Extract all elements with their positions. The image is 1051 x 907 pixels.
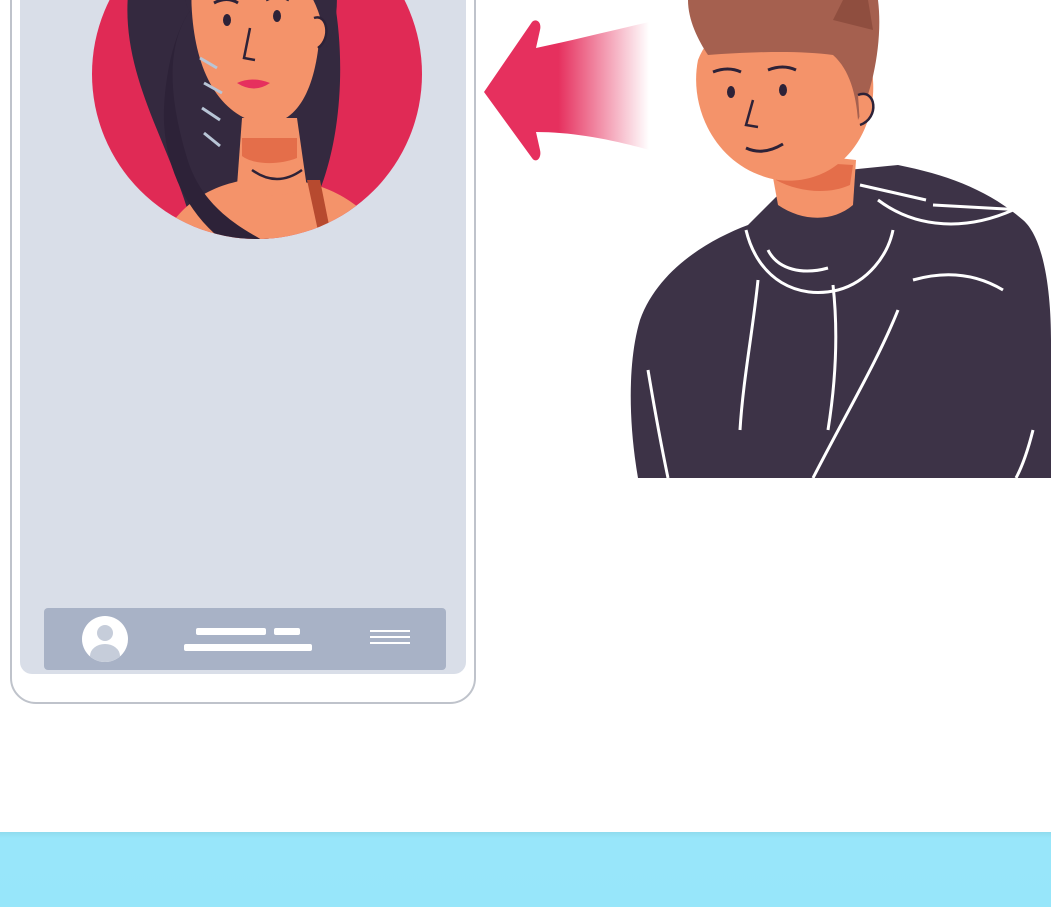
man-in-dark-hoodie — [630, 0, 1051, 478]
footer-band — [0, 832, 1051, 907]
profile-bar[interactable] — [44, 608, 446, 670]
menu-lines-icon[interactable] — [370, 630, 410, 646]
name-line-2 — [274, 628, 300, 635]
user-avatar-icon[interactable] — [82, 616, 128, 662]
name-line-3 — [184, 644, 312, 651]
woman-portrait — [92, 0, 422, 239]
name-line-1 — [196, 628, 266, 635]
